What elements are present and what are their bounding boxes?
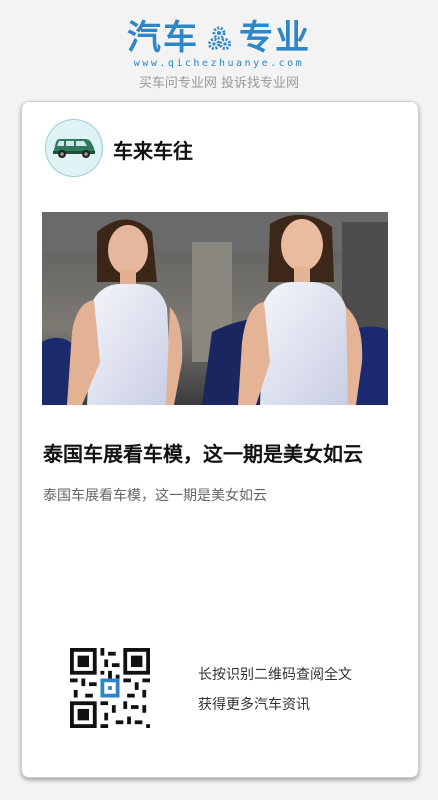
site-logo[interactable]: 汽车 专业	[0, 18, 438, 58]
qr-code-icon[interactable]	[70, 648, 150, 728]
qr-instruction: 长按识别二维码查阅全文	[198, 667, 352, 683]
share-card: 车来车往 泰国车展看车模，这一期是美女如云 泰国车展看车模，这一期是美女如云 长…	[21, 101, 419, 778]
author-name[interactable]: 车来车往	[113, 135, 193, 164]
site-header: 汽车 专业 www.qichezhuanye.com 买车问专业网 投诉找专业网	[0, 0, 438, 96]
author-avatar[interactable]	[45, 119, 103, 177]
gear-icon	[208, 26, 231, 50]
site-slogan: 买车问专业网 投诉找专业网	[138, 76, 300, 91]
site-url: www.qichezhuanye.com	[133, 58, 305, 69]
article-title[interactable]: 泰国车展看车模，这一期是美女如云	[43, 438, 403, 467]
qr-subtext: 获得更多汽车资讯	[198, 697, 310, 713]
photo-illustration	[42, 212, 388, 405]
car-icon	[53, 139, 95, 158]
article-photo[interactable]	[42, 212, 388, 405]
logo-text-left: 汽车	[127, 18, 199, 58]
article-summary: 泰国车展看车模，这一期是美女如云	[43, 488, 267, 504]
logo-text-right: 专业	[239, 18, 311, 58]
